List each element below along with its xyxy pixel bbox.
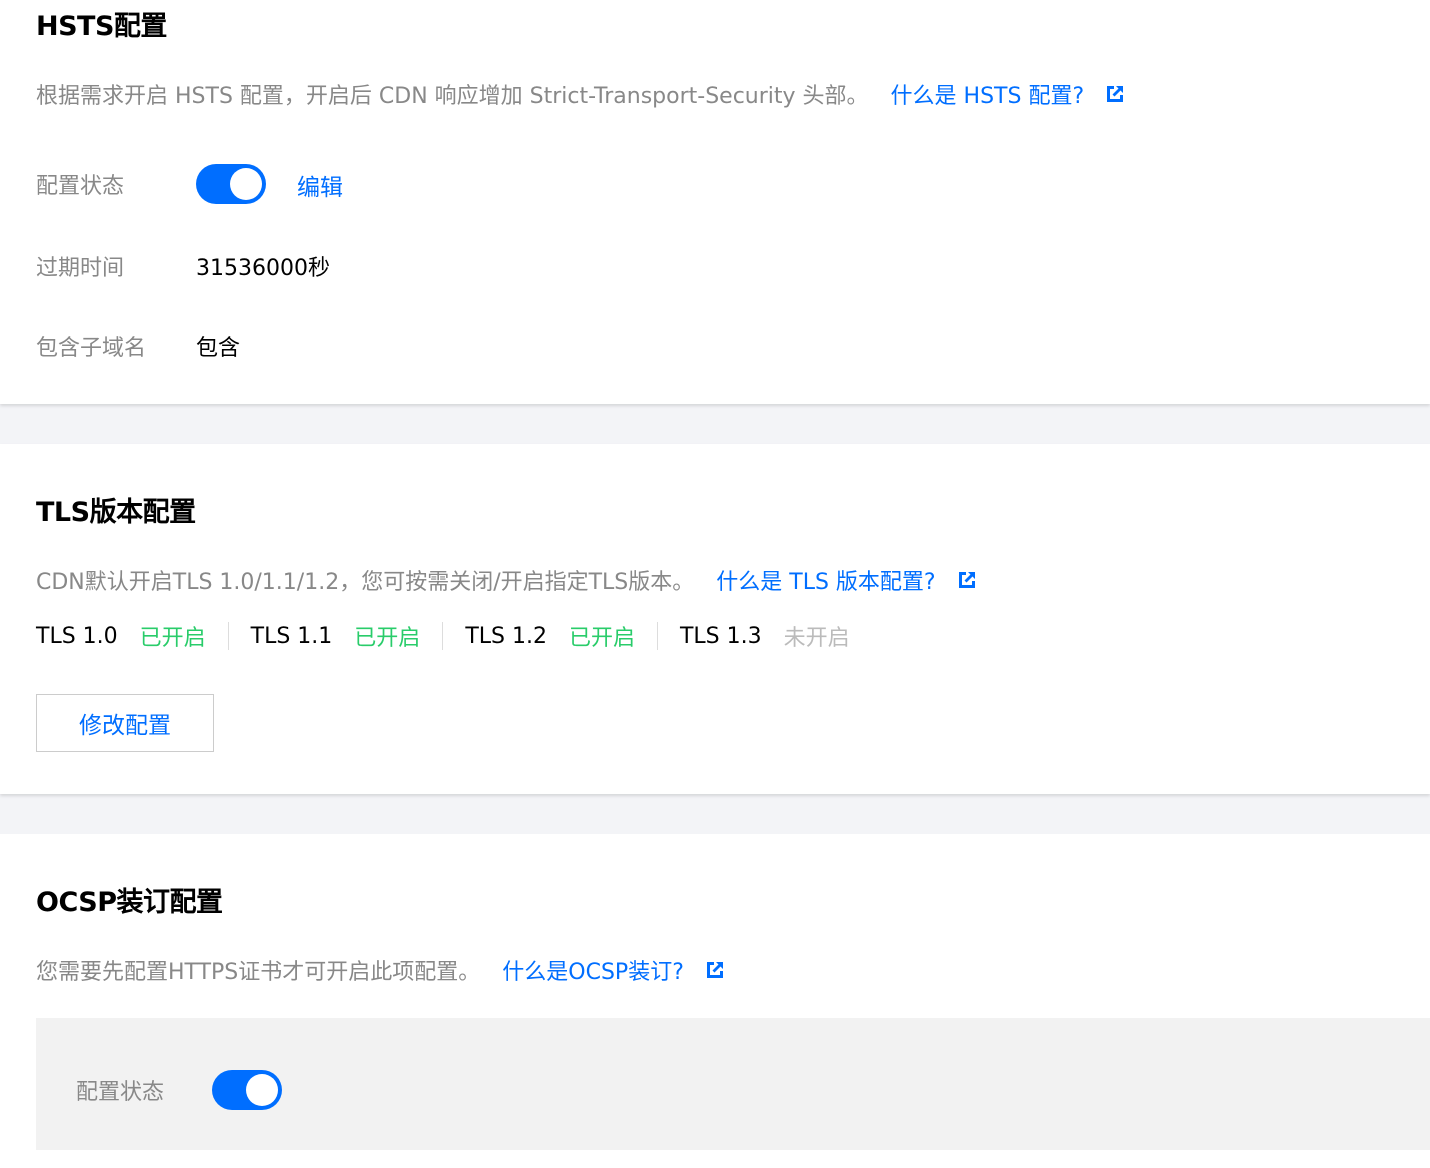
tls-version-name: TLS 1.2 — [465, 623, 547, 649]
ocsp-title: OCSP装订配置 — [36, 887, 223, 918]
tls-version-status: 已开启 — [568, 626, 635, 651]
tls-version-name: TLS 1.3 — [679, 623, 762, 649]
tls-version-list: TLS 1.0 已开启 TLS 1.1 已开启 TLS 1.2 已开启 TLS … — [36, 618, 850, 654]
tls-version-status: 已开启 — [139, 626, 206, 651]
toggle-knob — [230, 168, 262, 200]
ocsp-status-label: 配置状态 — [76, 1080, 165, 1105]
ocsp-status-toggle[interactable] — [212, 1070, 282, 1110]
hsts-section: HSTS配置 根据需求开启 HSTS 配置，开启后 CDN 响应增加 Stric… — [0, 0, 1430, 404]
hsts-description-row: 根据需求开启 HSTS 配置，开启后 CDN 响应增加 Strict-Trans… — [36, 78, 1126, 110]
tls-title: TLS版本配置 — [36, 497, 196, 528]
hsts-status-toggle[interactable] — [196, 164, 266, 204]
ocsp-config-panel: 配置状态 — [36, 1018, 1430, 1150]
external-link-icon[interactable] — [704, 959, 726, 981]
hsts-subdomain-value: 包含 — [196, 336, 241, 361]
tls-version-item: TLS 1.1 已开启 — [251, 620, 421, 652]
tls-version-item: TLS 1.3 未开启 — [680, 620, 850, 652]
hsts-title: HSTS配置 — [36, 11, 167, 42]
divider — [656, 622, 658, 650]
tls-help-link[interactable]: 什么是 TLS 版本配置? — [716, 564, 935, 596]
tls-version-item: TLS 1.0 已开启 — [36, 620, 206, 652]
tls-version-status: 已开启 — [354, 626, 421, 651]
hsts-edit-link[interactable]: 编辑 — [297, 168, 343, 202]
divider — [442, 622, 444, 650]
tls-version-item: TLS 1.2 已开启 — [465, 620, 635, 652]
ocsp-description-row: 您需要先配置HTTPS证书才可开启此项配置。 什么是OCSP装订? — [36, 954, 726, 986]
hsts-description: 根据需求开启 HSTS 配置，开启后 CDN 响应增加 Strict-Trans… — [36, 84, 869, 109]
hsts-help-link[interactable]: 什么是 HSTS 配置? — [891, 78, 1085, 110]
external-link-icon[interactable] — [956, 569, 978, 591]
external-link-icon[interactable] — [1104, 83, 1126, 105]
tls-description: CDN默认开启TLS 1.0/1.1/1.2，您可按需关闭/开启指定TLS版本。 — [36, 570, 695, 595]
ocsp-description: 您需要先配置HTTPS证书才可开启此项配置。 — [36, 960, 481, 985]
hsts-status-label: 配置状态 — [36, 174, 125, 199]
tls-version-status: 未开启 — [783, 626, 850, 651]
hsts-expire-label: 过期时间 — [36, 256, 125, 281]
hsts-expire-value: 31536000秒 — [196, 256, 330, 281]
ocsp-help-link[interactable]: 什么是OCSP装订? — [502, 954, 684, 986]
tls-version-name: TLS 1.1 — [250, 623, 333, 649]
hsts-subdomain-label: 包含子域名 — [36, 336, 147, 361]
modify-config-button[interactable]: 修改配置 — [36, 694, 214, 752]
tls-version-name: TLS 1.0 — [36, 623, 118, 649]
tls-description-row: CDN默认开启TLS 1.0/1.1/1.2，您可按需关闭/开启指定TLS版本。… — [36, 564, 978, 596]
divider — [227, 622, 229, 650]
toggle-knob — [246, 1074, 278, 1106]
